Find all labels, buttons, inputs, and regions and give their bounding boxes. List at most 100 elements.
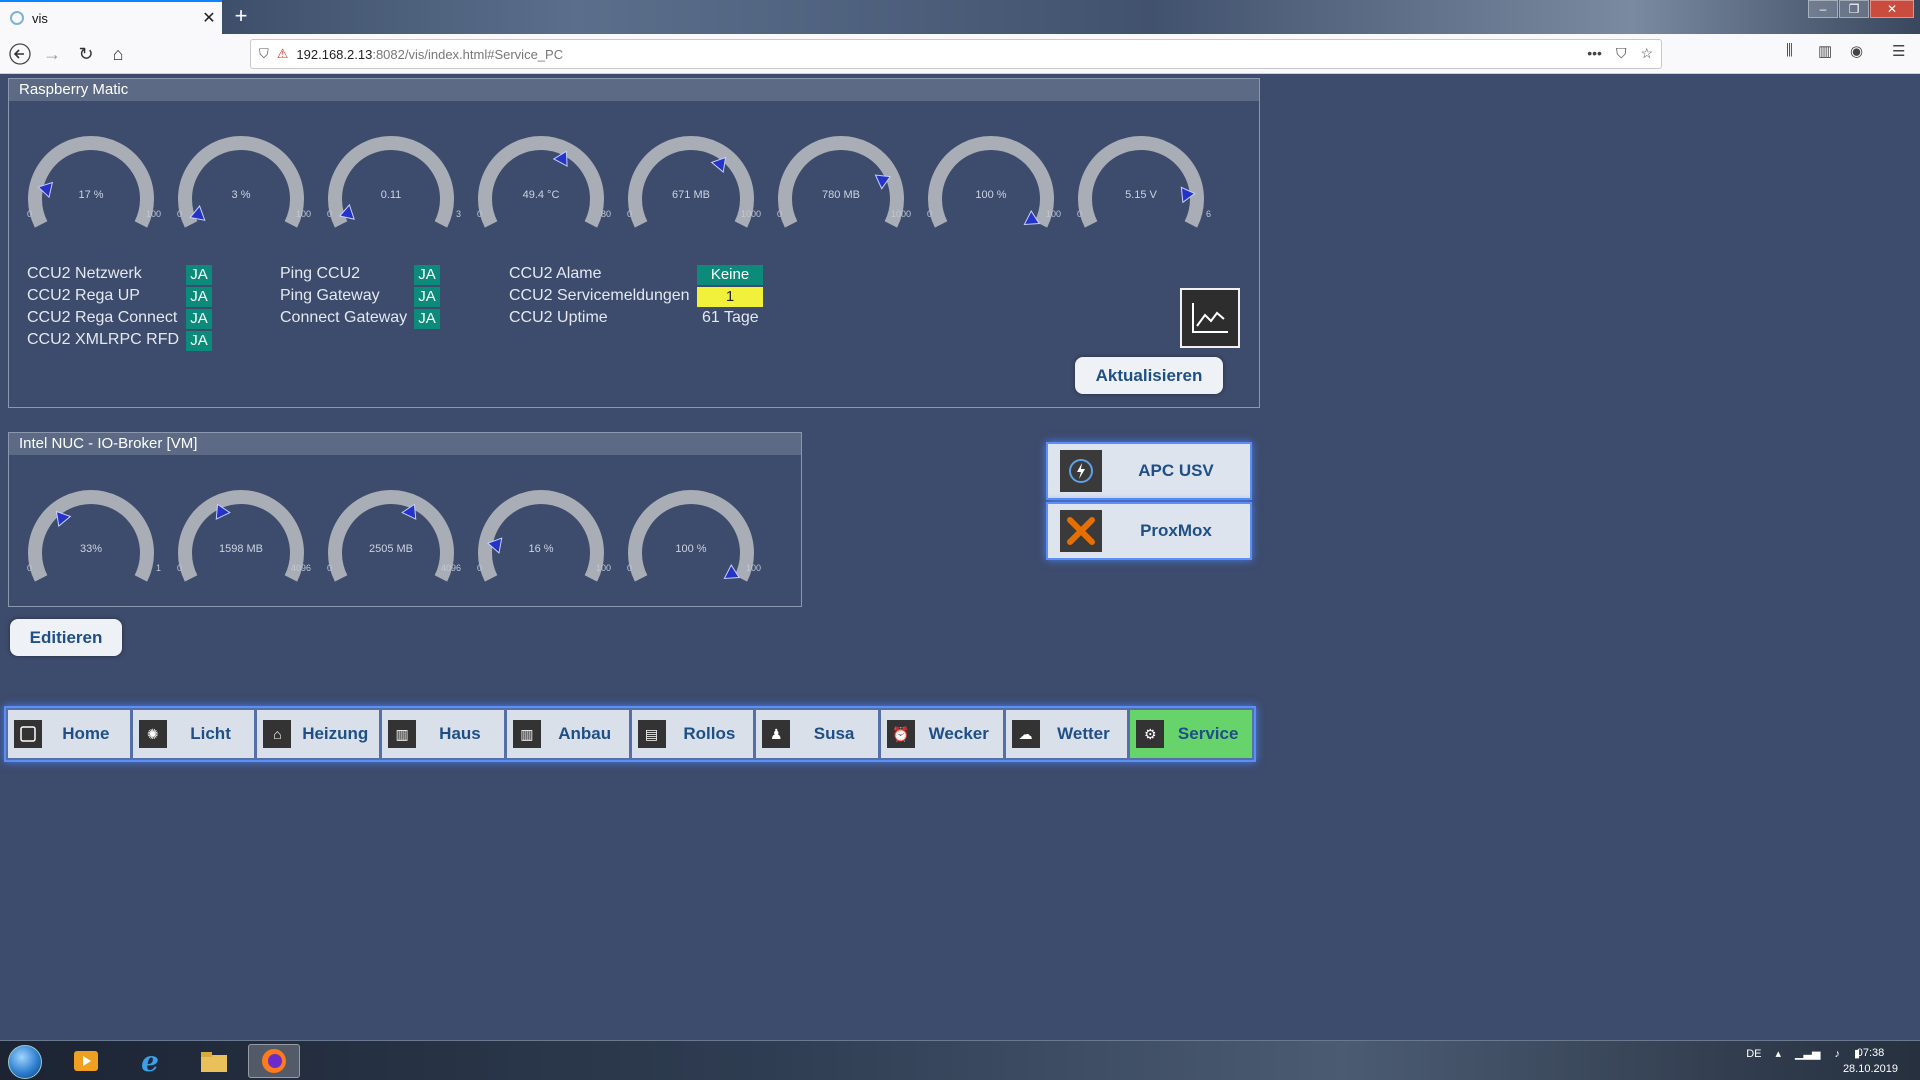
gauge-arc	[478, 136, 604, 228]
vis-favicon-icon	[10, 11, 24, 25]
gauge-max: 100	[295, 209, 311, 219]
menu-item-heizung[interactable]: ⌂ Heizung	[257, 710, 380, 758]
gauge-min: 0	[477, 563, 483, 573]
menu-item-haus[interactable]: ▥ Haus	[382, 710, 504, 758]
browser-tab[interactable]: vis ✕	[0, 0, 222, 34]
gauge-value: 100 %	[675, 543, 707, 555]
browser-nav-bar: → ↻ ⌂ ⛉ ⚠ 192.168.2.13:8082/vis/index.ht…	[0, 34, 1920, 74]
gauge-min: 0	[1077, 209, 1083, 219]
gauge-max: 4096	[440, 563, 461, 573]
status-badge: JA	[186, 309, 212, 329]
gauge: 2505 MB 0 4096	[321, 489, 461, 582]
gauge-value: 5.15 V	[1125, 189, 1157, 201]
gauge-value: 33%	[79, 543, 103, 555]
gauge-needle	[710, 156, 727, 174]
menu-hamburger-icon[interactable]: ☰	[1892, 42, 1905, 60]
menu-item-home[interactable]: Home	[8, 710, 130, 758]
gauge-arc	[1078, 136, 1204, 228]
chart-button[interactable]	[1180, 288, 1240, 348]
menu-item-susa[interactable]: ♟ Susa	[756, 710, 878, 758]
page-actions-icon[interactable]: •••	[1587, 45, 1602, 62]
close-window-icon[interactable]: ✕	[1870, 0, 1914, 18]
media-player-icon[interactable]	[60, 1044, 112, 1078]
gauge: 0.11 0 3	[321, 135, 461, 228]
status-label: CCU2 Uptime	[509, 309, 608, 326]
view-menu: Home ✺ Licht ⌂ Heizung ▥ Haus ▥ Anbau ▤ …	[4, 706, 1256, 762]
raspberry-panel: Raspberry Matic 17 % 0 100 3 % 0 100 0.11 0 3 49.…	[8, 78, 1260, 408]
edit-button[interactable]: Editieren	[10, 619, 122, 656]
network-signal-icon[interactable]: ▁▃▅	[1795, 1047, 1820, 1060]
menu-item-anbau[interactable]: ▥ Anbau	[506, 710, 629, 758]
maximize-icon[interactable]: ❐	[1839, 0, 1869, 18]
apc-usv-button[interactable]: APC USV	[1046, 442, 1252, 500]
url-host: 192.168.2.13	[296, 46, 373, 62]
gauge-min: 0	[27, 563, 33, 573]
menu-label: Susa	[813, 724, 855, 743]
menu-label: Rollos	[683, 724, 736, 743]
status-label: Ping Gateway	[280, 287, 380, 304]
tab-title: vis	[32, 10, 48, 26]
menu-item-wetter[interactable]: ☁ Wetter	[1005, 710, 1128, 758]
sidebar-icon[interactable]: ▥	[1818, 42, 1832, 60]
pocket-icon[interactable]: ⛉	[1616, 45, 1627, 62]
gauge-min: 0	[177, 209, 183, 219]
status-badge: JA	[414, 265, 440, 285]
menu-label: Wecker	[928, 724, 989, 743]
internet-explorer-icon[interactable]: e	[124, 1044, 176, 1078]
firefox-icon[interactable]	[248, 1044, 300, 1078]
status-badge: JA	[186, 331, 212, 351]
library-icon[interactable]: ⫼	[1786, 42, 1793, 59]
reload-icon[interactable]: ↻	[72, 40, 100, 68]
gauge-min: 0	[927, 209, 933, 219]
menu-item-rollos[interactable]: ▤ Rollos	[631, 710, 754, 758]
close-tab-icon[interactable]: ✕	[196, 8, 222, 28]
account-icon[interactable]: ◉	[1850, 42, 1863, 60]
home-browser-icon[interactable]: ⌂	[104, 40, 132, 68]
status-label: CCU2 Servicemeldungen	[509, 287, 690, 304]
forward-icon[interactable]: →	[38, 40, 66, 68]
refresh-button[interactable]: Aktualisieren	[1075, 357, 1223, 394]
gauge-max: 100	[595, 563, 611, 573]
gauge-value: 3 %	[231, 189, 251, 201]
new-tab-button[interactable]: +	[228, 4, 254, 30]
clock-time: 07:38	[1856, 1047, 1885, 1059]
menu-item-wecker[interactable]: ⏰ Wecker	[880, 710, 1003, 758]
bookmark-star-icon[interactable]: ☆	[1640, 45, 1653, 62]
proxmox-label: ProxMox	[1140, 521, 1212, 540]
window-controls: – ❐ ✕	[1807, 0, 1914, 18]
gauge-arc	[628, 490, 754, 582]
proxmox-button[interactable]: ProxMox	[1046, 502, 1252, 560]
insecure-lock-icon[interactable]: ⚠	[277, 46, 289, 62]
gauge-arc	[478, 490, 604, 582]
info-shield-icon[interactable]: ⛉	[259, 46, 269, 62]
line-chart-icon	[1192, 303, 1228, 333]
status-badge: JA	[414, 287, 440, 307]
language-indicator[interactable]: DE	[1746, 1048, 1761, 1060]
gauge-value: 2505 MB	[368, 543, 414, 555]
gauge-value: 17 %	[78, 189, 104, 201]
person-icon: ♟	[762, 720, 791, 748]
taskbar-clock[interactable]: 07:38 28.10.2019	[1843, 1045, 1898, 1077]
menu-label: Home	[62, 724, 110, 743]
menu-label: Service	[1177, 724, 1239, 743]
clock-date: 28.10.2019	[1842, 1063, 1898, 1075]
gauge-value: 0.11	[380, 189, 402, 201]
file-explorer-icon[interactable]	[188, 1044, 240, 1078]
menu-item-service[interactable]: ⚙ Service	[1130, 710, 1253, 758]
start-button-icon[interactable]	[8, 1045, 42, 1079]
menu-label: Licht	[190, 724, 231, 743]
tray-expand-icon[interactable]: ▴	[1776, 1047, 1782, 1060]
menu-item-licht[interactable]: ✺ Licht	[132, 710, 255, 758]
back-icon[interactable]	[6, 40, 34, 68]
os-taskbar: e DE ▴ ▁▃▅ ♪ ▮ 07:38 28.10.2019	[0, 1040, 1920, 1080]
gauge: 100 % 0 100	[921, 135, 1061, 228]
status-label: CCU2 Netzwerk	[27, 265, 142, 282]
minimize-icon[interactable]: –	[1808, 0, 1838, 18]
gauge-needle	[55, 510, 72, 528]
status-label: CCU2 Rega Connect	[27, 309, 178, 326]
status-label: Connect Gateway	[280, 309, 408, 326]
gauge-min: 0	[327, 563, 333, 573]
url-bar[interactable]: ⛉ ⚠ 192.168.2.13:8082/vis/index.html#Ser…	[250, 39, 1662, 69]
gauge-max: 80	[600, 209, 611, 219]
volume-icon[interactable]: ♪	[1834, 1048, 1840, 1060]
